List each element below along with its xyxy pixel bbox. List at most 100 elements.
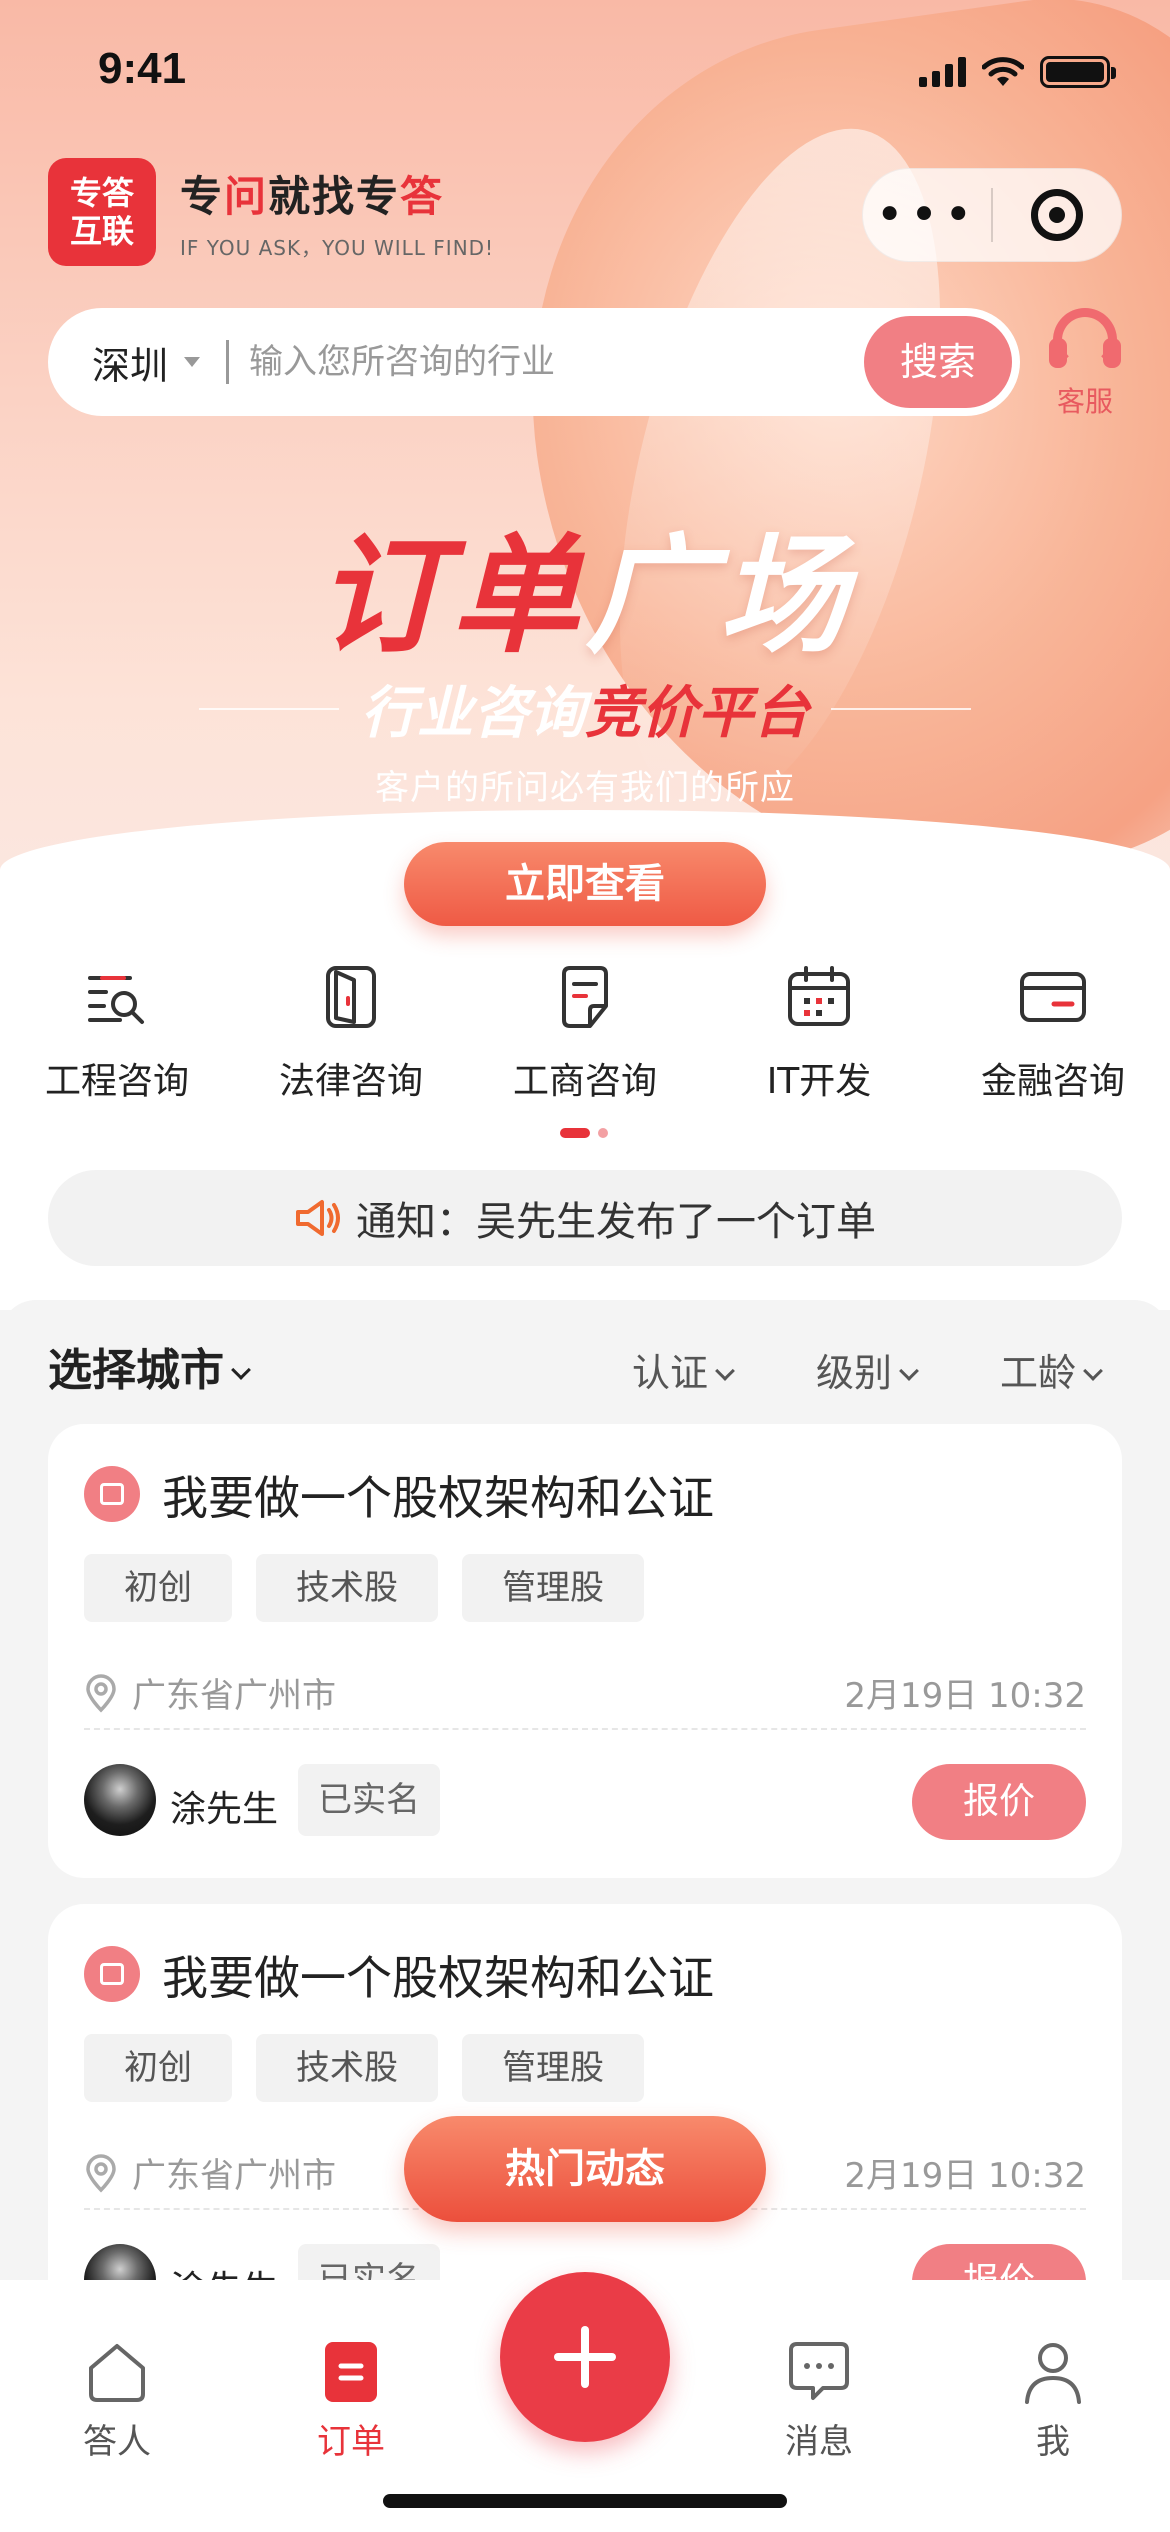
order-tag: 技术股 bbox=[256, 1554, 438, 1622]
search-list-icon bbox=[88, 976, 144, 1024]
search-divider bbox=[226, 340, 230, 384]
create-order-button[interactable] bbox=[500, 2272, 670, 2442]
chevron-down-icon bbox=[899, 1361, 919, 1381]
category-legal[interactable]: 法律咨询 bbox=[234, 960, 468, 1104]
status-time: 9:41 bbox=[98, 44, 187, 93]
order-tags: 初创 技术股 管理股 bbox=[84, 2034, 644, 2102]
order-icon bbox=[325, 2342, 377, 2402]
order-card[interactable]: 我要做一个股权架构和公证 初创 技术股 管理股 广东省广州市 2月19日 10:… bbox=[48, 1424, 1122, 1878]
headset-icon bbox=[1049, 304, 1121, 376]
search-button[interactable]: 搜索 bbox=[864, 316, 1012, 408]
location-pin-icon bbox=[86, 2153, 116, 2192]
service-label: 客服 bbox=[1056, 385, 1113, 418]
order-tag: 初创 bbox=[84, 2034, 232, 2102]
speaker-icon bbox=[296, 1200, 340, 1236]
quote-button[interactable]: 报价 bbox=[912, 1764, 1086, 1840]
logo-line1: 专答 bbox=[69, 174, 134, 212]
tab-orders[interactable]: 订单 bbox=[286, 2336, 416, 2463]
order-tag: 管理股 bbox=[462, 1554, 644, 1622]
chevron-down-icon bbox=[231, 1360, 251, 1380]
city-selector[interactable]: 深圳 bbox=[92, 335, 201, 390]
certified-filter[interactable]: 认证 bbox=[632, 1342, 735, 1397]
tab-label: 消息 bbox=[785, 2422, 853, 2462]
document-icon bbox=[562, 966, 608, 1028]
card-icon bbox=[1020, 972, 1086, 1022]
filter-bar: 选择城市 认证 级别 工龄 bbox=[48, 1334, 1122, 1397]
level-filter[interactable]: 级别 bbox=[816, 1342, 919, 1397]
category-label: 工程咨询 bbox=[44, 1061, 189, 1102]
user-icon bbox=[1025, 2343, 1081, 2404]
category-nav: 工程咨询 法律咨询 工商咨询 IT开发 金融咨询 bbox=[0, 960, 1170, 1104]
order-location: 广东省广州市 bbox=[84, 2148, 336, 2197]
chevron-down-icon bbox=[715, 1361, 735, 1381]
tab-label: 订单 bbox=[317, 2422, 385, 2462]
tab-messages[interactable]: 消息 bbox=[754, 2336, 884, 2463]
search-bar: 深圳 搜索 bbox=[48, 308, 1020, 416]
city-filter[interactable]: 选择城市 bbox=[48, 1334, 251, 1398]
home-indicator bbox=[383, 2494, 787, 2508]
brand-text: 专问就找专答 IF YOU ASK，YOU WILL FIND! bbox=[180, 163, 494, 261]
door-icon bbox=[326, 966, 376, 1028]
category-engineering[interactable]: 工程咨询 bbox=[0, 960, 234, 1104]
order-icon bbox=[84, 1946, 140, 2002]
order-title: 我要做一个股权架构和公证 bbox=[162, 1471, 714, 1525]
order-location: 广东省广州市 bbox=[84, 1668, 336, 1717]
notice-text: 通知：吴先生发布了一个订单 bbox=[356, 1199, 876, 1245]
order-date: 2月19日 10:32 bbox=[844, 1676, 1086, 1716]
notice-bar[interactable]: 通知：吴先生发布了一个订单 bbox=[48, 1170, 1122, 1266]
status-icons bbox=[919, 56, 1116, 88]
status-bar: 9:41 bbox=[0, 0, 1170, 140]
customer-name: 涂先生 bbox=[170, 1789, 279, 1830]
hot-trends-button[interactable]: 热门动态 bbox=[404, 2116, 766, 2222]
chevron-down-icon bbox=[1083, 1361, 1103, 1381]
miniapp-capsule: ••• bbox=[862, 168, 1122, 262]
more-icon[interactable]: ••• bbox=[863, 168, 991, 262]
tab-label: 我 bbox=[1036, 2422, 1070, 2462]
category-it[interactable]: IT开发 bbox=[702, 960, 936, 1104]
order-tags: 初创 技术股 管理股 bbox=[84, 1554, 644, 1622]
order-tag: 技术股 bbox=[256, 2034, 438, 2102]
search-input[interactable] bbox=[249, 342, 810, 382]
customer-service-button[interactable]: 客服 bbox=[1040, 304, 1130, 420]
target-icon bbox=[1030, 189, 1083, 241]
calendar-icon bbox=[788, 966, 850, 1026]
tab-me[interactable]: 我 bbox=[988, 2336, 1118, 2463]
order-title: 我要做一个股权架构和公证 bbox=[162, 1951, 714, 2005]
message-icon bbox=[789, 2342, 849, 2400]
category-label: 法律咨询 bbox=[278, 1061, 423, 1102]
category-finance[interactable]: 金融咨询 bbox=[936, 960, 1170, 1104]
app-logo: 专答 互联 bbox=[48, 158, 156, 266]
slogan-subtitle: IF YOU ASK，YOU WILL FIND! bbox=[180, 236, 495, 260]
home-icon bbox=[89, 2344, 145, 2402]
category-label: 金融咨询 bbox=[980, 1061, 1125, 1102]
category-label: IT开发 bbox=[766, 1061, 872, 1102]
tab-label: 答人 bbox=[83, 2422, 151, 2462]
order-tag: 管理股 bbox=[462, 2034, 644, 2102]
order-tag: 初创 bbox=[84, 1554, 232, 1622]
seniority-filter[interactable]: 工龄 bbox=[1000, 1342, 1103, 1397]
category-label: 工商咨询 bbox=[512, 1061, 657, 1102]
signal-icon bbox=[919, 57, 966, 87]
page-indicator bbox=[560, 1128, 608, 1138]
location-pin-icon bbox=[86, 1673, 116, 1712]
verified-badge: 已实名 bbox=[298, 1764, 440, 1836]
order-icon bbox=[84, 1466, 140, 1522]
banner-subtitle: 行业咨询 竞价平台 bbox=[0, 668, 1170, 749]
order-date: 2月19日 10:32 bbox=[844, 2156, 1086, 2196]
caret-down-icon bbox=[184, 357, 201, 367]
tab-answerers[interactable]: 答人 bbox=[52, 2336, 182, 2463]
wifi-icon bbox=[982, 57, 1024, 86]
decor-line bbox=[199, 707, 339, 710]
battery-icon bbox=[1040, 56, 1116, 88]
decor-line bbox=[831, 707, 971, 710]
logo-line2: 互联 bbox=[69, 212, 134, 250]
view-now-button[interactable]: 立即查看 bbox=[404, 842, 766, 926]
banner-tagline: 客户的所问必有我们的所应 bbox=[375, 768, 795, 808]
close-miniapp-button[interactable] bbox=[993, 189, 1121, 241]
divider bbox=[84, 1728, 1086, 1730]
category-business[interactable]: 工商咨询 bbox=[468, 960, 702, 1104]
brand-row: 专答 互联 专问就找专答 IF YOU ASK，YOU WILL FIND! bbox=[48, 158, 494, 266]
avatar[interactable] bbox=[84, 1764, 156, 1836]
slogan: 专问就找专答 bbox=[180, 172, 445, 221]
banner-title: 订单广场 bbox=[316, 522, 854, 671]
